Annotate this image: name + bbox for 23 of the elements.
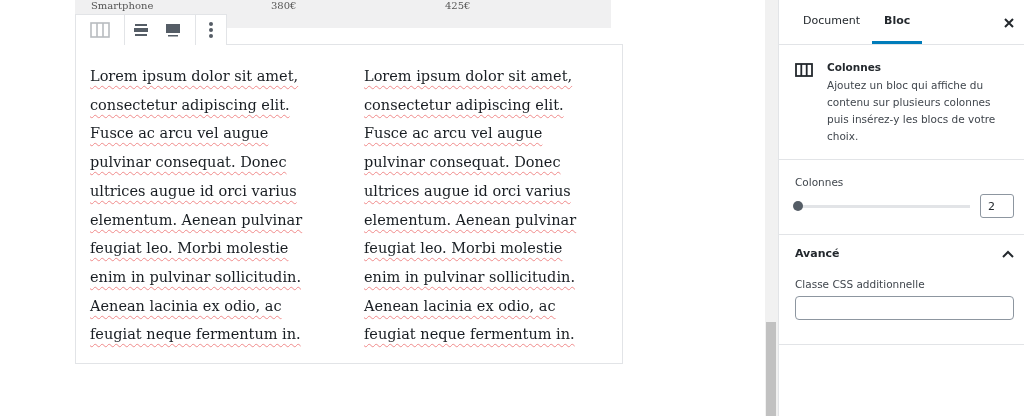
slider-thumb[interactable] xyxy=(793,201,803,211)
align-wide-icon xyxy=(133,23,149,37)
paragraph: Lorem ipsum dolor sit amet, consectetur adipiscing elit. Fusce ac arcu vel augue pulvinar consequat. Donec ultrices augue id orci varius elementum. Aenean pulvinar feugiat leo. Morbi molestie enim in pulvinar sollicitudin. Aenean lacinia ex odio, ac feugiat neque fermentum in. xyxy=(90,67,304,345)
more-icon xyxy=(208,21,214,39)
setting-label: Colonnes xyxy=(795,176,845,188)
columns-icon xyxy=(795,63,813,77)
table-cell: 380€ xyxy=(271,0,297,12)
css-class-field[interactable] xyxy=(795,296,1014,320)
block-title: Colonnes xyxy=(827,61,883,73)
scrollbar-thumb[interactable] xyxy=(766,322,776,416)
paragraph: Lorem ipsum dolor sit amet, consectetur adipiscing elit. Fusce ac arcu vel augue pulvinar consequat. Donec ultrices augue id orci varius elementum. Aenean pulvinar feugiat leo. Morbi molestie enim in pulvinar sollicitudin. Aenean lacinia ex odio, ac feugiat neque fermentum in. xyxy=(364,67,578,345)
table-cell: Smartphone xyxy=(91,0,154,12)
panel-title[interactable]: Avancé xyxy=(795,247,840,260)
sidebar-tab[interactable]: Document xyxy=(791,0,872,44)
align-full-icon xyxy=(165,23,181,37)
table-cell: 425€ xyxy=(445,0,471,12)
field-label: Classe CSS additionnelle xyxy=(795,278,926,290)
number-field[interactable]: 2 xyxy=(980,194,1014,218)
chevron-icon[interactable] xyxy=(1002,249,1014,258)
block-description: Ajoutez un bloc qui affiche du contenu sur plusieurs colonnes puis insérez-y les blocs de votre choix. xyxy=(827,78,997,144)
sidebar-tab[interactable]: Bloc xyxy=(872,0,923,44)
columns-icon xyxy=(90,22,110,38)
close-icon[interactable] xyxy=(1004,18,1014,28)
